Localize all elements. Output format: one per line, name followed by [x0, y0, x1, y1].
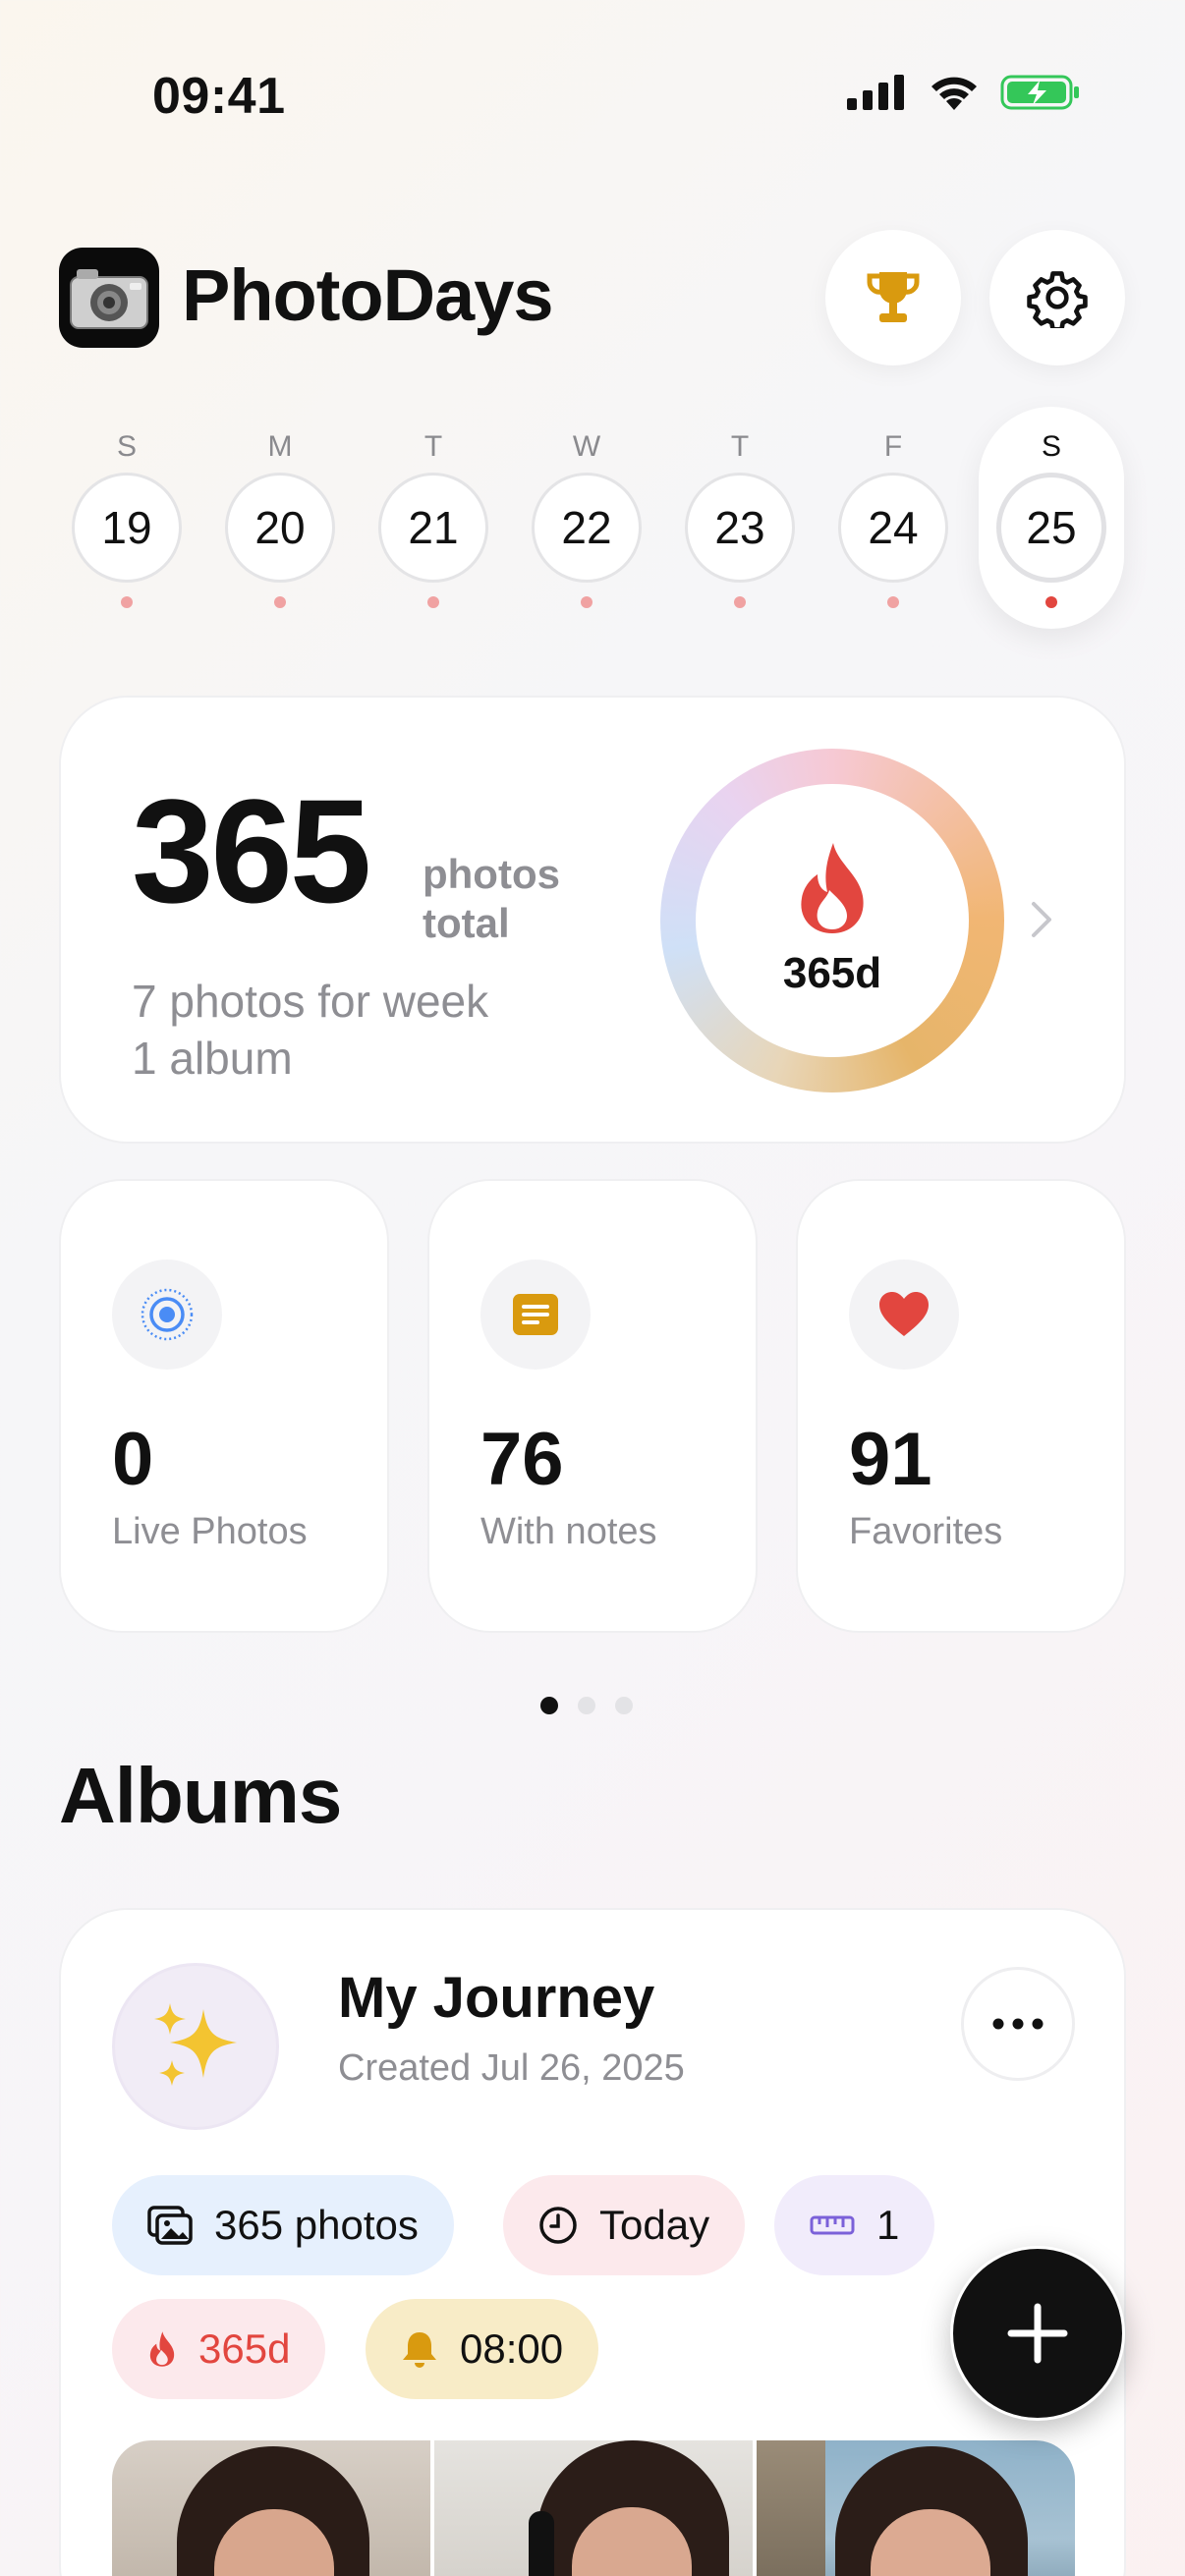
pill-photo-count-text: 365 photos	[214, 2202, 419, 2248]
day-number: 22	[532, 473, 642, 583]
album-photo-thumbnail[interactable]	[434, 2440, 753, 2576]
stat-card-live-photos[interactable]: 0 Live Photos	[59, 1179, 389, 1633]
pill-streak-text: 365d	[198, 2325, 291, 2372]
day-dot	[1045, 596, 1057, 608]
day-letter: S	[116, 430, 137, 463]
stat-label: Live Photos	[112, 1511, 308, 1552]
day-thursday-23[interactable]: T 23	[685, 425, 795, 608]
day-dot	[581, 596, 592, 608]
stat-value: 0	[112, 1418, 154, 1501]
note-icon	[480, 1260, 591, 1370]
day-dot	[427, 596, 439, 608]
total-unit: photos total	[423, 850, 560, 948]
day-monday-20[interactable]: M 20	[225, 425, 335, 608]
pill-count[interactable]: 1	[774, 2175, 935, 2275]
day-letter: T	[730, 430, 750, 463]
status-time: 09:41	[152, 68, 286, 125]
pill-photo-count[interactable]: 365 photos	[112, 2175, 454, 2275]
page-dot[interactable]	[615, 1697, 633, 1714]
ruler-icon	[810, 2215, 855, 2235]
week-photos-text: 7 photos for week	[132, 976, 489, 1027]
day-dot	[887, 596, 899, 608]
day-letter: W	[572, 430, 601, 463]
status-icons	[847, 73, 1081, 112]
clock-icon	[539, 2207, 577, 2244]
streak-ring: 365d	[660, 749, 1004, 1092]
chevron-right-icon	[1032, 902, 1051, 937]
wifi-icon	[931, 77, 977, 110]
day-wednesday-22[interactable]: W 22	[532, 425, 642, 608]
day-sunday-19[interactable]: S 19	[72, 425, 182, 608]
streak-label: 365d	[782, 949, 882, 997]
stat-value: 91	[849, 1418, 932, 1501]
day-saturday-25-selected[interactable]: S 25	[996, 425, 1106, 608]
trophy-icon	[867, 272, 920, 322]
pill-streak[interactable]: 365d	[112, 2299, 326, 2399]
album-more-button[interactable]	[961, 1967, 1075, 2081]
day-number: 23	[685, 473, 795, 583]
photos-stack-icon	[147, 2206, 193, 2245]
total-photos-count: 365	[132, 768, 371, 933]
add-button[interactable]	[950, 2246, 1125, 2421]
app-logo	[59, 248, 159, 348]
plus-icon	[1007, 2303, 1068, 2364]
camera-icon	[70, 269, 148, 329]
day-tuesday-21[interactable]: T 21	[378, 425, 488, 608]
album-photo-thumbnail[interactable]	[757, 2440, 1075, 2576]
stat-value: 76	[480, 1418, 564, 1501]
day-dot	[734, 596, 746, 608]
stat-card-with-notes[interactable]: 76 With notes	[427, 1179, 758, 1633]
battery-charging-icon	[1000, 75, 1079, 110]
live-photo-icon	[112, 1260, 222, 1370]
pill-last-updated[interactable]: Today	[503, 2175, 746, 2275]
settings-button[interactable]	[989, 230, 1125, 365]
pill-last-updated-text: Today	[599, 2202, 710, 2248]
achievements-button[interactable]	[825, 230, 961, 365]
day-number: 21	[378, 473, 488, 583]
album-name: My Journey	[338, 1966, 655, 2030]
album-photo-strip[interactable]	[112, 2440, 1075, 2576]
page-indicator[interactable]	[540, 1697, 633, 1714]
album-created-date: Created Jul 26, 2025	[338, 2047, 685, 2089]
gear-icon	[1027, 271, 1088, 328]
album-count-text: 1 album	[132, 1033, 293, 1084]
bell-icon	[403, 2332, 436, 2368]
day-letter: M	[267, 430, 293, 463]
day-number: 20	[225, 473, 335, 583]
day-letter: S	[1041, 430, 1061, 463]
pill-reminder[interactable]: 08:00	[366, 2299, 599, 2399]
stat-label: With notes	[480, 1511, 657, 1552]
day-dot	[274, 596, 286, 608]
total-unit-line1: photos	[423, 851, 560, 897]
page-dot-active[interactable]	[540, 1697, 558, 1714]
day-number: 25	[996, 473, 1106, 583]
app-title: PhotoDays	[182, 254, 554, 336]
day-dot	[121, 596, 133, 608]
page-dot[interactable]	[578, 1697, 595, 1714]
albums-section-title: Albums	[59, 1752, 342, 1839]
total-unit-line2: total	[423, 900, 510, 946]
heart-icon	[849, 1260, 959, 1370]
album-card[interactable]: My Journey Created Jul 26, 2025 365 phot…	[59, 1908, 1126, 2576]
summary-card[interactable]: 365 photos total 7 photos for week 1 alb…	[59, 696, 1126, 1144]
ellipsis-icon	[992, 2018, 1044, 2030]
pill-reminder-text: 08:00	[460, 2325, 564, 2372]
day-friday-24[interactable]: F 24	[838, 425, 948, 608]
pill-count-text: 1	[876, 2202, 900, 2248]
flame-icon	[149, 2331, 175, 2367]
stat-card-favorites[interactable]: 91 Favorites	[796, 1179, 1126, 1633]
sparkles-icon	[112, 1963, 279, 2130]
album-photo-thumbnail[interactable]	[112, 2440, 430, 2576]
flame-icon	[801, 843, 864, 933]
day-letter: T	[423, 430, 443, 463]
day-number: 24	[838, 473, 948, 583]
cellular-signal-icon	[847, 75, 904, 110]
stat-label: Favorites	[849, 1511, 1003, 1552]
day-number: 19	[72, 473, 182, 583]
day-letter: F	[883, 430, 903, 463]
